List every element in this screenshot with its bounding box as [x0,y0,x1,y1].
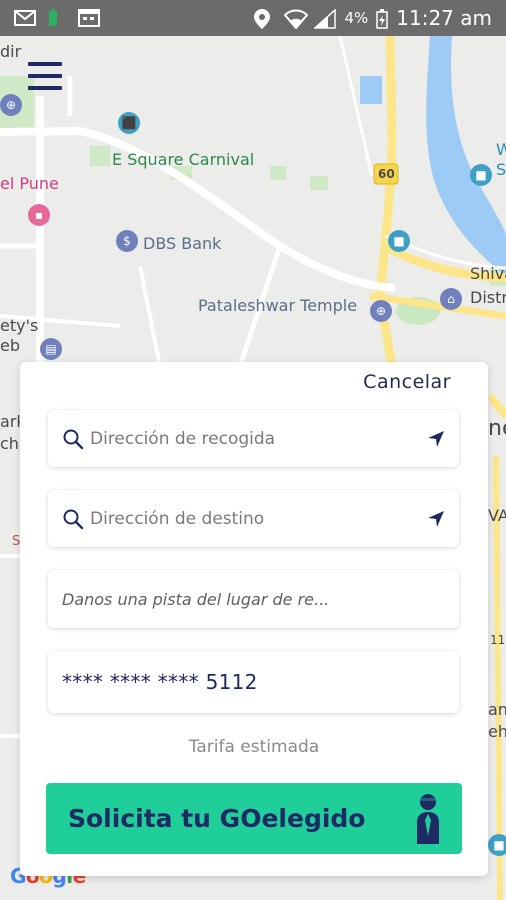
map-label-e-square: E Square Carnival [112,150,255,169]
battery-saver-icon [46,9,68,27]
card-last4: 5112 [205,670,258,694]
map-label-va: VA [488,506,506,525]
map-label-eh: eh [488,722,506,741]
map-label-s: S [496,160,506,179]
payment-card-number: **** **** **** 5112 [62,670,258,694]
poi-transit-icon[interactable]: ■ [388,230,410,252]
destination-address-field[interactable]: Dirección de destino [48,490,459,547]
clock: 11:27 am [396,6,492,30]
poi-museum-icon[interactable]: ⌂ [440,288,462,310]
map-label-pataleshwar: Pataleshwar Temple [198,296,358,315]
location-icon [254,9,276,29]
pickup-hint-field[interactable]: Danos una pista del lugar de re... [48,570,459,628]
pickup-address-field[interactable]: Dirección de recogida [48,410,459,467]
map-label-dir: dir [0,42,22,61]
wifi-icon [284,9,309,30]
map-label-eb: eb [0,336,20,355]
pickup-hint-placeholder: Danos una pista del lugar de re... [62,589,330,609]
map-label-ne: ne [488,416,506,441]
search-icon [62,508,84,530]
battery-percentage: 4% [344,9,369,27]
map-label-114: 114 [490,633,506,647]
poi-marker-blue[interactable]: ⬛ [118,112,140,134]
pickup-address-placeholder: Dirección de recogida [90,428,276,449]
battery-icon [376,9,389,29]
map-label-dbs-bank: DBS Bank [143,234,222,253]
cancel-button[interactable]: Cancelar [363,371,451,393]
poi-marker-right[interactable]: ■ [470,164,492,186]
poi-marker-bottom[interactable]: ■ [488,834,506,856]
map-label-pune: el Pune [0,174,59,193]
signal-icon [313,8,337,29]
map-label-ch: ch [0,434,19,453]
ride-request-card: Cancelar Dirección de recogida Dirección… [20,362,488,876]
map-label-w: W [496,140,506,159]
poi-bank-icon[interactable]: $ [116,230,138,252]
poi-hotel-icon[interactable]: ▪ [28,204,50,226]
map-label-shiva: Shiva [470,264,506,283]
map-label-an: an [488,700,506,719]
card-mask: **** **** **** [62,670,199,694]
fare-estimate-label[interactable]: Tarifa estimada [20,737,488,757]
poi-temple-icon[interactable]: ⊕ [370,300,392,322]
hamburger-icon[interactable] [28,62,62,90]
payment-card-field[interactable]: **** **** **** 5112 [48,651,459,713]
map-label-60: 60 [378,167,395,181]
driver-icon [414,792,442,846]
request-ride-button[interactable]: Solicita tu GOelegido [46,783,462,854]
gmail-icon [14,9,36,27]
status-bar: 4% 11:27 am [0,0,506,36]
map-label-distr: Distr [470,288,506,307]
destination-address-placeholder: Dirección de destino [90,508,265,529]
search-icon [62,428,84,450]
calendar-icon [78,9,100,27]
navigation-arrow-icon[interactable] [427,510,445,528]
navigation-arrow-icon[interactable] [427,430,445,448]
poi-marker-left[interactable]: ⊕ [0,94,22,116]
map-label-etys: ety's [0,316,39,335]
request-ride-label: Solicita tu GOelegido [68,804,366,833]
poi-book-icon[interactable]: ▤ [40,338,62,360]
